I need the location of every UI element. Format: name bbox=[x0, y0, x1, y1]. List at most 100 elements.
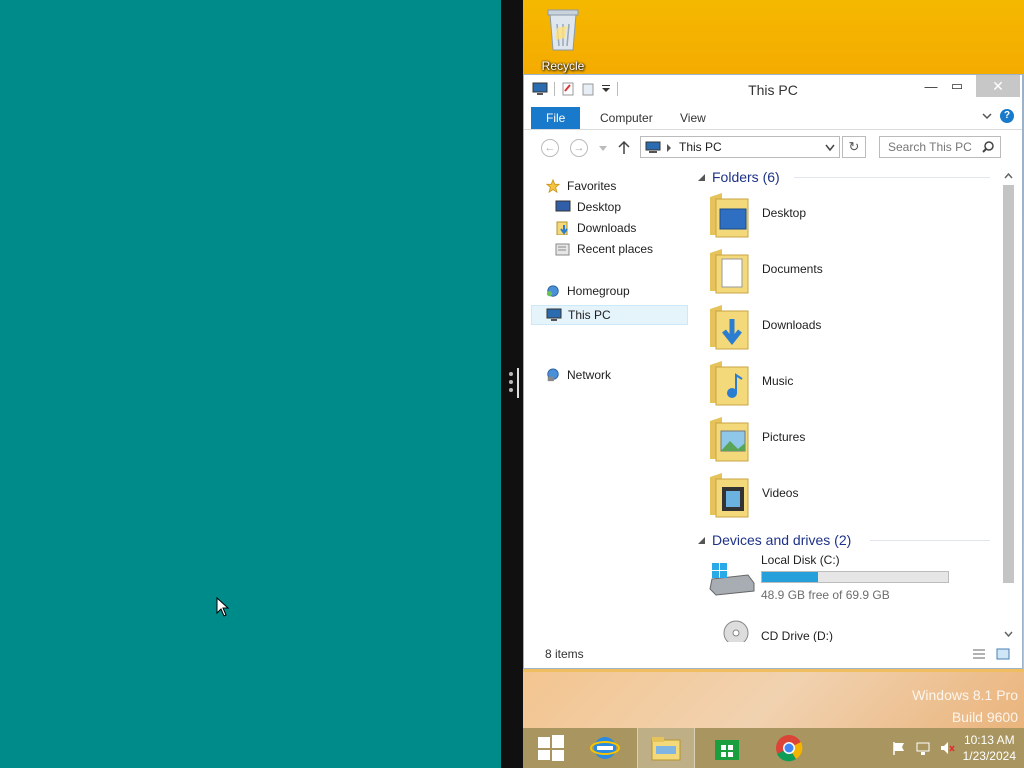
folder-downloads[interactable]: Downloads bbox=[708, 301, 978, 353]
help-button[interactable]: ? bbox=[1000, 109, 1014, 123]
tab-view[interactable]: View bbox=[670, 107, 716, 129]
recent-places-icon bbox=[555, 243, 570, 256]
up-arrow-icon[interactable] bbox=[618, 141, 630, 155]
forward-button[interactable]: → bbox=[570, 139, 588, 157]
downloads-folder-icon bbox=[556, 221, 568, 235]
drive-usage-fill bbox=[762, 572, 818, 582]
title-bar[interactable]: This PC — ▭ ✕ bbox=[524, 75, 1022, 105]
start-button[interactable] bbox=[523, 728, 579, 768]
clock-date: 1/23/2024 bbox=[962, 749, 1016, 763]
nav-homegroup-label: Homegroup bbox=[567, 284, 630, 298]
folder-music[interactable]: Music bbox=[708, 357, 978, 409]
scroll-up-icon[interactable] bbox=[1004, 173, 1013, 179]
recent-locations-icon[interactable] bbox=[599, 146, 607, 152]
folder-documents[interactable]: Documents bbox=[708, 245, 978, 297]
scroll-down-icon[interactable] bbox=[1004, 631, 1013, 637]
watermark-build: Build 9600 bbox=[951, 709, 1018, 725]
windows-logo-icon bbox=[538, 735, 564, 761]
search-icon[interactable] bbox=[982, 141, 994, 153]
nav-homegroup[interactable]: Homegroup bbox=[545, 281, 630, 301]
address-bar[interactable]: This PC bbox=[640, 136, 840, 158]
drive-usage-bar bbox=[761, 571, 949, 583]
taskbar-file-explorer[interactable] bbox=[637, 728, 695, 768]
folders-group-header[interactable]: Folders (6) bbox=[712, 167, 780, 187]
back-button[interactable]: ← bbox=[541, 139, 559, 157]
drive-cd-d[interactable]: CD Drive (D:) bbox=[708, 615, 988, 642]
group-divider bbox=[794, 177, 990, 178]
snap-divider[interactable] bbox=[501, 0, 523, 768]
music-folder-icon bbox=[710, 361, 749, 406]
nav-desktop-label: Desktop bbox=[577, 200, 622, 214]
folder-name: Videos bbox=[762, 486, 799, 500]
store-icon bbox=[715, 740, 739, 760]
refresh-button[interactable]: ↻ bbox=[842, 136, 866, 158]
folder-videos[interactable]: Videos bbox=[708, 469, 978, 521]
folder-name: Desktop bbox=[762, 206, 807, 220]
taskbar-chrome[interactable] bbox=[761, 728, 817, 768]
file-explorer-window: This PC — ▭ ✕ File Computer View ? ← → T… bbox=[523, 74, 1023, 669]
cd-drive-icon bbox=[723, 620, 749, 642]
this-pc-icon bbox=[546, 308, 562, 321]
drive-local-disk-c[interactable]: Local Disk (C:) 48.9 GB free of 69.9 GB bbox=[708, 551, 988, 605]
search-box[interactable]: Search This PC bbox=[879, 136, 1001, 158]
navigation-bar: ← → This PC ↻ Search This PC bbox=[524, 133, 1022, 163]
expand-ribbon-icon[interactable] bbox=[982, 111, 992, 121]
nav-network-label: Network bbox=[567, 368, 612, 382]
internet-explorer-icon bbox=[590, 737, 620, 759]
drive-name: CD Drive (D:) bbox=[761, 629, 833, 642]
recycle-bin-icon bbox=[547, 9, 579, 51]
nav-recent-places[interactable]: Recent places bbox=[555, 239, 653, 259]
empty-snap-pane[interactable] bbox=[0, 0, 501, 768]
maximize-button[interactable]: ▭ bbox=[942, 75, 972, 97]
folder-desktop[interactable]: Desktop bbox=[708, 189, 978, 241]
status-bar: 8 items bbox=[524, 642, 1022, 668]
network-status-icon[interactable] bbox=[915, 740, 931, 756]
divider-grip-dot bbox=[509, 388, 513, 392]
clock[interactable]: 10:13 AM 1/23/2024 bbox=[963, 732, 1016, 764]
system-tray: 10:13 AM 1/23/2024 bbox=[891, 732, 1016, 764]
address-dropdown-icon[interactable] bbox=[825, 144, 835, 152]
folder-name: Music bbox=[762, 374, 794, 388]
details-view-icon[interactable] bbox=[972, 648, 986, 660]
taskbar-store[interactable] bbox=[699, 728, 755, 768]
nav-network[interactable]: Network bbox=[545, 365, 611, 385]
breadcrumb-chevron-icon[interactable] bbox=[666, 144, 672, 152]
content-pane: Folders (6) Desktop Documents Downloads … bbox=[694, 167, 994, 642]
nav-this-pc-label: This PC bbox=[568, 308, 611, 322]
nav-this-pc[interactable]: This PC bbox=[531, 305, 688, 325]
tab-file[interactable]: File bbox=[531, 107, 581, 129]
nav-downloads-label: Downloads bbox=[577, 221, 637, 235]
close-button[interactable]: ✕ bbox=[976, 75, 1020, 97]
nav-favorites[interactable]: Favorites bbox=[545, 176, 616, 196]
nav-favorites-label: Favorites bbox=[567, 179, 617, 193]
nav-desktop[interactable]: Desktop bbox=[555, 197, 621, 217]
scrollbar-thumb[interactable] bbox=[1003, 185, 1014, 583]
desktop-folder-icon bbox=[710, 193, 749, 238]
action-center-flag-icon[interactable] bbox=[891, 740, 907, 756]
network-icon bbox=[547, 368, 559, 382]
item-count: 8 items bbox=[545, 647, 584, 661]
divider-grip-dot bbox=[509, 372, 513, 376]
vertical-scrollbar[interactable] bbox=[1001, 169, 1016, 643]
nav-downloads[interactable]: Downloads bbox=[555, 218, 636, 238]
large-icons-view-icon[interactable] bbox=[996, 648, 1010, 660]
collapse-group-icon[interactable] bbox=[698, 537, 706, 545]
folder-pictures[interactable]: Pictures bbox=[708, 413, 978, 465]
tab-computer[interactable]: Computer bbox=[590, 107, 663, 129]
taskbar-internet-explorer[interactable] bbox=[577, 728, 633, 768]
windows-watermark: Windows 8.1 Pro Build 9600 bbox=[912, 684, 1018, 728]
documents-folder-icon bbox=[710, 249, 749, 294]
navigation-pane: Favorites Desktop Downloads Recent place… bbox=[531, 167, 688, 642]
clock-time: 10:13 AM bbox=[963, 733, 1015, 747]
collapse-group-icon[interactable] bbox=[698, 174, 706, 182]
star-icon bbox=[545, 179, 561, 193]
this-pc-icon bbox=[645, 141, 661, 153]
divider-grip-line bbox=[517, 368, 519, 398]
folder-name: Downloads bbox=[762, 318, 822, 332]
videos-folder-icon bbox=[710, 473, 749, 518]
desktop-icon bbox=[555, 200, 571, 212]
volume-muted-icon[interactable] bbox=[939, 740, 955, 756]
devices-group-header[interactable]: Devices and drives (2) bbox=[712, 530, 851, 550]
file-explorer-icon bbox=[651, 737, 681, 761]
chrome-icon bbox=[776, 735, 803, 762]
